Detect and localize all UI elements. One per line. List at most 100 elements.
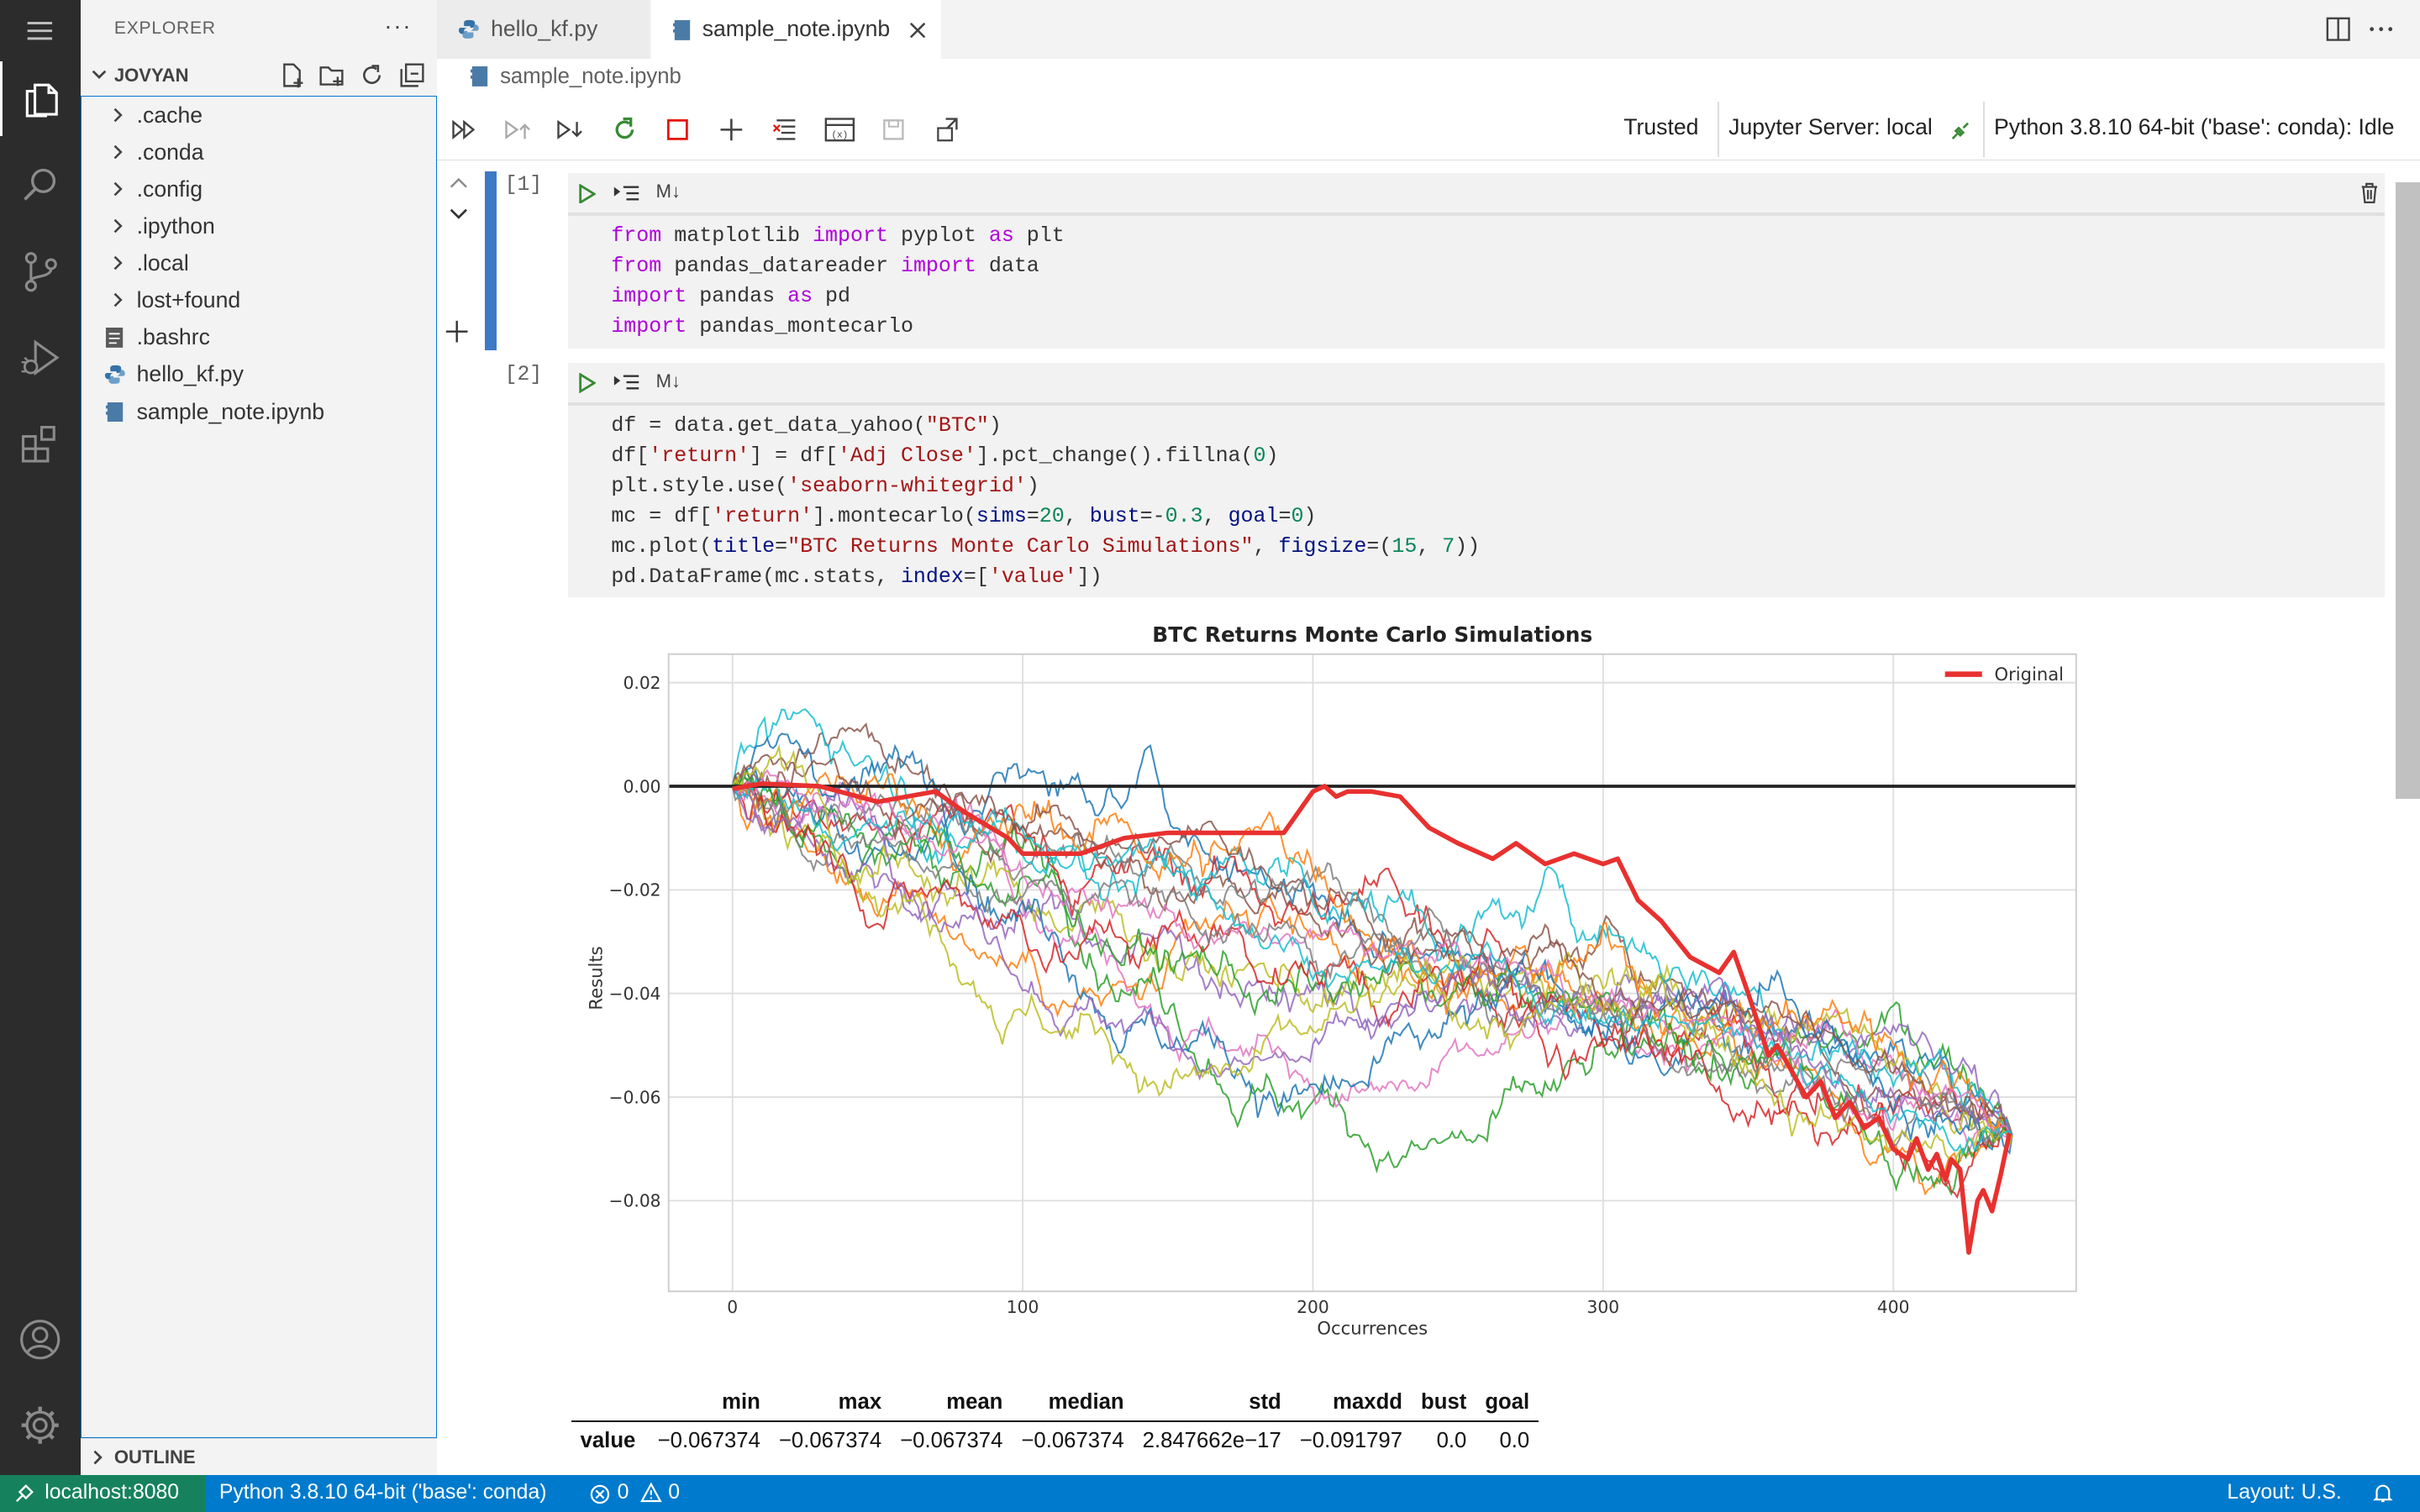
editor-tabs: hello_kf.py sample_note.ipynb — [436, 0, 2420, 59]
tree-item-label: .cache — [136, 102, 203, 128]
y-tick-label: −0.04 — [608, 984, 660, 1004]
table-cell: −0.067374 — [778, 1428, 882, 1452]
column-header: std — [1249, 1389, 1281, 1414]
run-all-icon[interactable] — [449, 114, 480, 145]
editor-scrollbar[interactable] — [2395, 181, 2420, 800]
more-actions-icon[interactable]: ··· — [384, 13, 412, 39]
markdown-toggle[interactable]: M↓ — [656, 181, 681, 202]
python-interpreter[interactable]: Python 3.8.10 64-bit ('base': conda) — [219, 1481, 547, 1504]
account-icon[interactable] — [0, 1302, 81, 1376]
run-by-line-icon[interactable] — [613, 373, 640, 393]
more-actions-icon[interactable] — [2369, 17, 2393, 41]
delete-cell-icon[interactable] — [2359, 182, 2381, 204]
run-below-icon[interactable] — [554, 114, 585, 145]
breadcrumb-item[interactable]: sample_note.ipynb — [500, 65, 681, 89]
column-header: min — [722, 1389, 760, 1414]
error-count: 0 — [617, 1481, 629, 1504]
tab-hello-kf[interactable]: hello_kf.py — [436, 0, 650, 59]
run-by-line-icon[interactable] — [613, 184, 640, 204]
chevron-right-icon — [113, 108, 124, 123]
activity-bar — [0, 0, 81, 1475]
code-cell-1[interactable]: from matplotlib import pyplot as plt from… — [567, 216, 2385, 349]
y-axis-ticks: 0.02 0.00 −0.02 −0.04 −0.06 −0.08 — [608, 673, 660, 1211]
token-string: "BTC" — [925, 413, 989, 438]
kernel-status[interactable]: Python 3.8.10 64-bit ('base': conda): Id… — [1994, 114, 2394, 140]
add-cell-icon[interactable] — [716, 114, 747, 145]
code-line: import pandas as pd — [611, 284, 851, 308]
collapse-all-icon[interactable] — [398, 61, 426, 89]
new-folder-icon[interactable] — [318, 61, 345, 89]
export-icon[interactable] — [932, 114, 963, 145]
tree-item-bashrc[interactable]: .bashrc — [82, 318, 435, 355]
notebook-file-icon — [105, 402, 124, 423]
source-control-icon[interactable] — [0, 234, 81, 308]
tree-item-sample-note[interactable]: sample_note.ipynb — [82, 393, 435, 430]
code-line: df = data.get_data_yahoo("BTC") — [611, 413, 1002, 438]
cell-move-up-icon[interactable] — [448, 175, 470, 190]
files-icon[interactable] — [0, 61, 81, 136]
token-as: as — [787, 284, 813, 308]
token-import: import — [611, 284, 687, 308]
tree-item-local[interactable]: .local — [82, 244, 435, 281]
trusted-status[interactable]: Trusted — [1623, 114, 1698, 140]
jupyter-server-status[interactable]: Jupyter Server: local — [1728, 114, 1933, 140]
run-debug-icon[interactable] — [0, 321, 81, 395]
outline-section-header[interactable]: OUTLINE — [80, 1437, 437, 1475]
tree-item-label: .config — [136, 176, 203, 202]
tree-item-conda[interactable]: .conda — [82, 134, 435, 171]
menu-icon[interactable] — [0, 0, 81, 61]
code-cell-2[interactable]: df = data.get_data_yahoo("BTC") df['retur… — [567, 406, 2385, 597]
remote-indicator[interactable]: localhost:8080 — [0, 1474, 206, 1512]
close-icon[interactable] — [909, 22, 926, 39]
split-editor-icon[interactable] — [2326, 17, 2350, 41]
cell-toolbar: M↓ — [567, 172, 2385, 213]
clear-outputs-icon[interactable] — [771, 114, 802, 145]
chevron-right-icon — [113, 293, 124, 307]
workspace-section-header[interactable]: JOVYAN — [81, 59, 437, 92]
tab-label: hello_kf.py — [491, 16, 598, 41]
insert-cell-icon[interactable] — [445, 319, 469, 344]
keyboard-layout[interactable]: Layout: U.S. — [2227, 1481, 2341, 1504]
save-icon[interactable] — [878, 114, 909, 145]
token-string: 'seaborn-whitegrid' — [787, 474, 1027, 498]
tree-item-hello-kf[interactable]: hello_kf.py — [82, 355, 435, 392]
token-number: 15 — [1392, 534, 1418, 559]
new-file-icon[interactable] — [278, 61, 306, 89]
markdown-toggle[interactable]: M↓ — [656, 370, 681, 392]
extensions-icon[interactable] — [0, 407, 81, 481]
cell-move-down-icon[interactable] — [448, 207, 470, 222]
interrupt-kernel-icon[interactable] — [662, 114, 693, 145]
column-header: median — [1048, 1389, 1124, 1414]
remote-icon — [16, 1484, 34, 1502]
y-tick-label: −0.02 — [608, 880, 660, 900]
y-tick-label: 0.02 — [623, 673, 660, 693]
token-as: as — [988, 223, 1014, 248]
simulation-line — [731, 775, 2013, 1145]
problems-indicator[interactable]: 0 0 — [590, 1475, 698, 1512]
tree-item-config[interactable]: .config — [82, 171, 435, 207]
run-cell-icon[interactable] — [577, 183, 596, 204]
table-header-row: min max mean median std maxdd bust goal — [571, 1384, 1539, 1422]
tree-item-cache[interactable]: .cache — [82, 97, 435, 134]
run-above-icon[interactable] — [502, 114, 533, 145]
table-cell: −0.067374 — [1021, 1428, 1124, 1452]
tree-item-label: .local — [136, 250, 189, 276]
tab-sample-note[interactable]: sample_note.ipynb — [651, 0, 942, 59]
restart-kernel-icon[interactable] — [609, 114, 640, 145]
tree-item-ipython[interactable]: .ipython — [82, 207, 435, 244]
tree-item-label: .conda — [136, 139, 204, 165]
variables-icon[interactable]: (x) — [824, 114, 855, 145]
warning-count: 0 — [668, 1481, 681, 1504]
token-number: 7 — [1442, 534, 1455, 559]
search-icon[interactable] — [0, 148, 81, 222]
y-tick-label: −0.08 — [608, 1191, 660, 1211]
notifications-bell-icon[interactable] — [2372, 1483, 2394, 1504]
code-line: mc.plot(title="BTC Returns Monte Carlo S… — [611, 534, 1481, 559]
y-axis-label: Results — [585, 946, 606, 1010]
tree-item-lost-found[interactable]: lost+found — [82, 281, 435, 318]
file-tree: .cache .conda .config .ipython .local lo… — [80, 95, 437, 1438]
settings-gear-icon[interactable] — [0, 1389, 81, 1462]
refresh-icon[interactable] — [358, 61, 386, 89]
run-cell-icon[interactable] — [577, 373, 596, 394]
token-string: 'return' — [712, 504, 813, 528]
